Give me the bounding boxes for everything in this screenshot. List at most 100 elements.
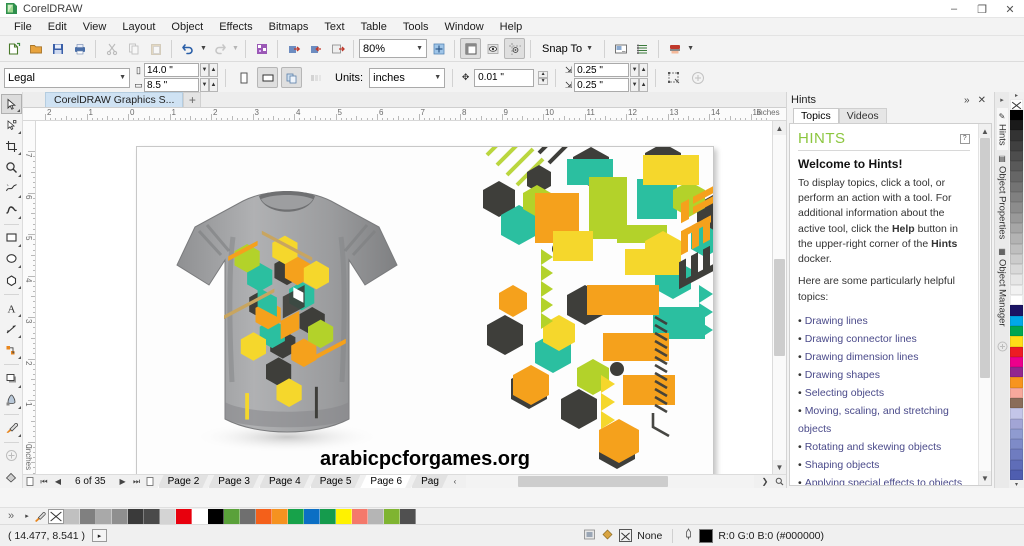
collapse-docker-icon[interactable]: » bbox=[960, 95, 974, 106]
chevron-down-icon[interactable]: ▼ bbox=[586, 45, 593, 52]
chevron-down-icon[interactable]: ▼ bbox=[434, 74, 441, 81]
palette-swatch[interactable] bbox=[1010, 387, 1023, 398]
last-page-button[interactable]: ⏭ bbox=[130, 475, 144, 488]
palette-swatch[interactable] bbox=[1010, 449, 1023, 460]
palette-swatch[interactable] bbox=[1010, 346, 1023, 357]
nudge-spinner[interactable]: ▲ ▼ bbox=[538, 70, 549, 85]
palette-swatch[interactable] bbox=[1010, 264, 1023, 275]
palette-swatch[interactable] bbox=[1010, 140, 1023, 151]
add-page-end-button[interactable] bbox=[144, 475, 158, 488]
menu-view[interactable]: View bbox=[75, 19, 115, 35]
palette-swatch[interactable] bbox=[1010, 181, 1023, 193]
palette-swatch[interactable] bbox=[1010, 408, 1023, 419]
doc-palette-swatch[interactable] bbox=[64, 508, 80, 524]
scroll-right-button[interactable]: ❯ bbox=[758, 475, 772, 488]
hscroll-thumb[interactable] bbox=[517, 476, 668, 487]
palette-swatch[interactable] bbox=[1010, 243, 1023, 254]
new-document-tab-button[interactable]: + bbox=[183, 92, 202, 107]
palette-swatch[interactable] bbox=[1010, 459, 1023, 471]
flyout-arrow-icon[interactable] bbox=[17, 265, 21, 269]
palette-swatch-none[interactable] bbox=[1010, 99, 1023, 110]
palette-swatch[interactable] bbox=[1010, 377, 1023, 388]
palette-swatch[interactable] bbox=[1010, 356, 1023, 368]
zoom-icon[interactable] bbox=[428, 38, 449, 59]
hint-link[interactable]: Drawing dimension lines bbox=[805, 351, 919, 363]
doc-palette-swatch-none[interactable] bbox=[48, 508, 64, 524]
landscape-orientation-button[interactable] bbox=[257, 67, 278, 88]
tool-shape[interactable] bbox=[1, 115, 22, 135]
page-tabs-more-button[interactable]: ‹ bbox=[448, 475, 462, 488]
page-tab-7[interactable]: Pag bbox=[411, 475, 448, 488]
menu-tools[interactable]: Tools bbox=[395, 19, 437, 35]
eyedropper-icon[interactable] bbox=[32, 510, 48, 522]
tool-zoom[interactable] bbox=[1, 157, 22, 177]
pdf-icon[interactable] bbox=[327, 38, 348, 59]
palette-swatch[interactable] bbox=[1010, 274, 1023, 285]
hint-link[interactable]: Drawing lines bbox=[805, 315, 868, 327]
color-palette[interactable]: ▸ ▾ bbox=[1009, 92, 1024, 488]
flyout-arrow-icon[interactable] bbox=[17, 314, 21, 318]
menu-edit[interactable]: Edit bbox=[40, 19, 75, 35]
doc-palette-swatch[interactable] bbox=[176, 508, 192, 524]
chevron-down-icon[interactable]: ▼ bbox=[119, 74, 126, 81]
flyout-arrow-icon[interactable] bbox=[17, 194, 21, 198]
edit-bitmap-icon[interactable] bbox=[663, 67, 684, 88]
portrait-orientation-button[interactable] bbox=[233, 67, 254, 88]
add-page-start-button[interactable] bbox=[23, 475, 37, 488]
duplicate-x-spinner[interactable]: ▼ ▲ bbox=[630, 63, 649, 77]
doc-palette-swatch[interactable] bbox=[208, 508, 224, 524]
tool-artistic-media[interactable] bbox=[1, 200, 22, 220]
hint-topic-item[interactable]: • Drawing connector lines bbox=[798, 330, 970, 348]
doc-palette-swatch[interactable] bbox=[112, 508, 128, 524]
docker-add-icon[interactable] bbox=[997, 341, 1008, 355]
palette-swatch[interactable] bbox=[1010, 439, 1023, 450]
minimize-button[interactable]: – bbox=[940, 0, 968, 18]
doc-palette-swatch[interactable] bbox=[224, 508, 240, 524]
palette-swatch[interactable] bbox=[1010, 109, 1023, 120]
palette-swatch[interactable] bbox=[1010, 171, 1023, 182]
redo-icon[interactable] bbox=[209, 38, 230, 59]
guideline-icon[interactable] bbox=[504, 38, 525, 59]
vertical-ruler[interactable]: 765432101inches bbox=[23, 121, 36, 474]
hint-topic-item[interactable]: • Applying special effects to objects bbox=[798, 474, 970, 485]
palette-swatch[interactable] bbox=[1010, 119, 1023, 131]
undo-dropdown-icon[interactable]: ▼ bbox=[199, 38, 208, 59]
copy-icon[interactable] bbox=[123, 38, 144, 59]
zoom-level-combobox[interactable]: 80% ▼ bbox=[359, 39, 427, 58]
flyout-arrow-icon[interactable] bbox=[17, 433, 21, 437]
canvas-horizontal-scrollbar[interactable] bbox=[465, 475, 754, 488]
all-pages-button[interactable] bbox=[281, 67, 302, 88]
scroll-up-button[interactable]: ▲ bbox=[773, 121, 786, 135]
doc-palette-swatch[interactable] bbox=[400, 508, 416, 524]
page-tab-3[interactable]: Page 3 bbox=[208, 475, 259, 488]
add-button-icon[interactable] bbox=[687, 67, 708, 88]
artwork-canvas[interactable] bbox=[137, 147, 713, 474]
hint-topic-item[interactable]: • Drawing dimension lines bbox=[798, 348, 970, 366]
palette-swatch[interactable] bbox=[1010, 233, 1023, 244]
tool-add-custom[interactable] bbox=[1, 446, 22, 466]
hint-link[interactable]: Drawing shapes bbox=[805, 369, 880, 381]
tool-interactive-fill[interactable] bbox=[1, 467, 22, 487]
palette-expand-icon[interactable]: » bbox=[0, 510, 22, 522]
vscroll-thumb[interactable] bbox=[774, 258, 785, 356]
hint-link[interactable]: Applying special effects to objects bbox=[805, 477, 962, 485]
palette-swatch[interactable] bbox=[1010, 325, 1023, 337]
doc-palette-swatch[interactable] bbox=[288, 508, 304, 524]
menu-table[interactable]: Table bbox=[353, 19, 395, 35]
current-page-button[interactable] bbox=[305, 67, 326, 88]
print-document-icon[interactable] bbox=[69, 38, 90, 59]
duplicate-y-spinner[interactable]: ▼ ▲ bbox=[630, 78, 649, 92]
hints-scroll-down[interactable]: ▼ bbox=[979, 471, 991, 485]
close-docker-icon[interactable]: ✕ bbox=[974, 95, 990, 106]
doc-palette-swatch[interactable] bbox=[192, 508, 208, 524]
doc-palette-swatch[interactable] bbox=[384, 508, 400, 524]
maximize-button[interactable]: ❐ bbox=[968, 0, 996, 18]
doc-palette-swatch[interactable] bbox=[272, 508, 288, 524]
open-document-icon[interactable] bbox=[25, 38, 46, 59]
page-height-spinner[interactable]: ▼ ▲ bbox=[200, 78, 218, 92]
document-tab[interactable]: CorelDRAW Graphics S... bbox=[45, 92, 184, 107]
undo-icon[interactable] bbox=[177, 38, 198, 59]
palette-swatch[interactable] bbox=[1010, 202, 1023, 213]
doc-palette-swatch[interactable] bbox=[256, 508, 272, 524]
tool-pick[interactable] bbox=[0, 94, 22, 115]
